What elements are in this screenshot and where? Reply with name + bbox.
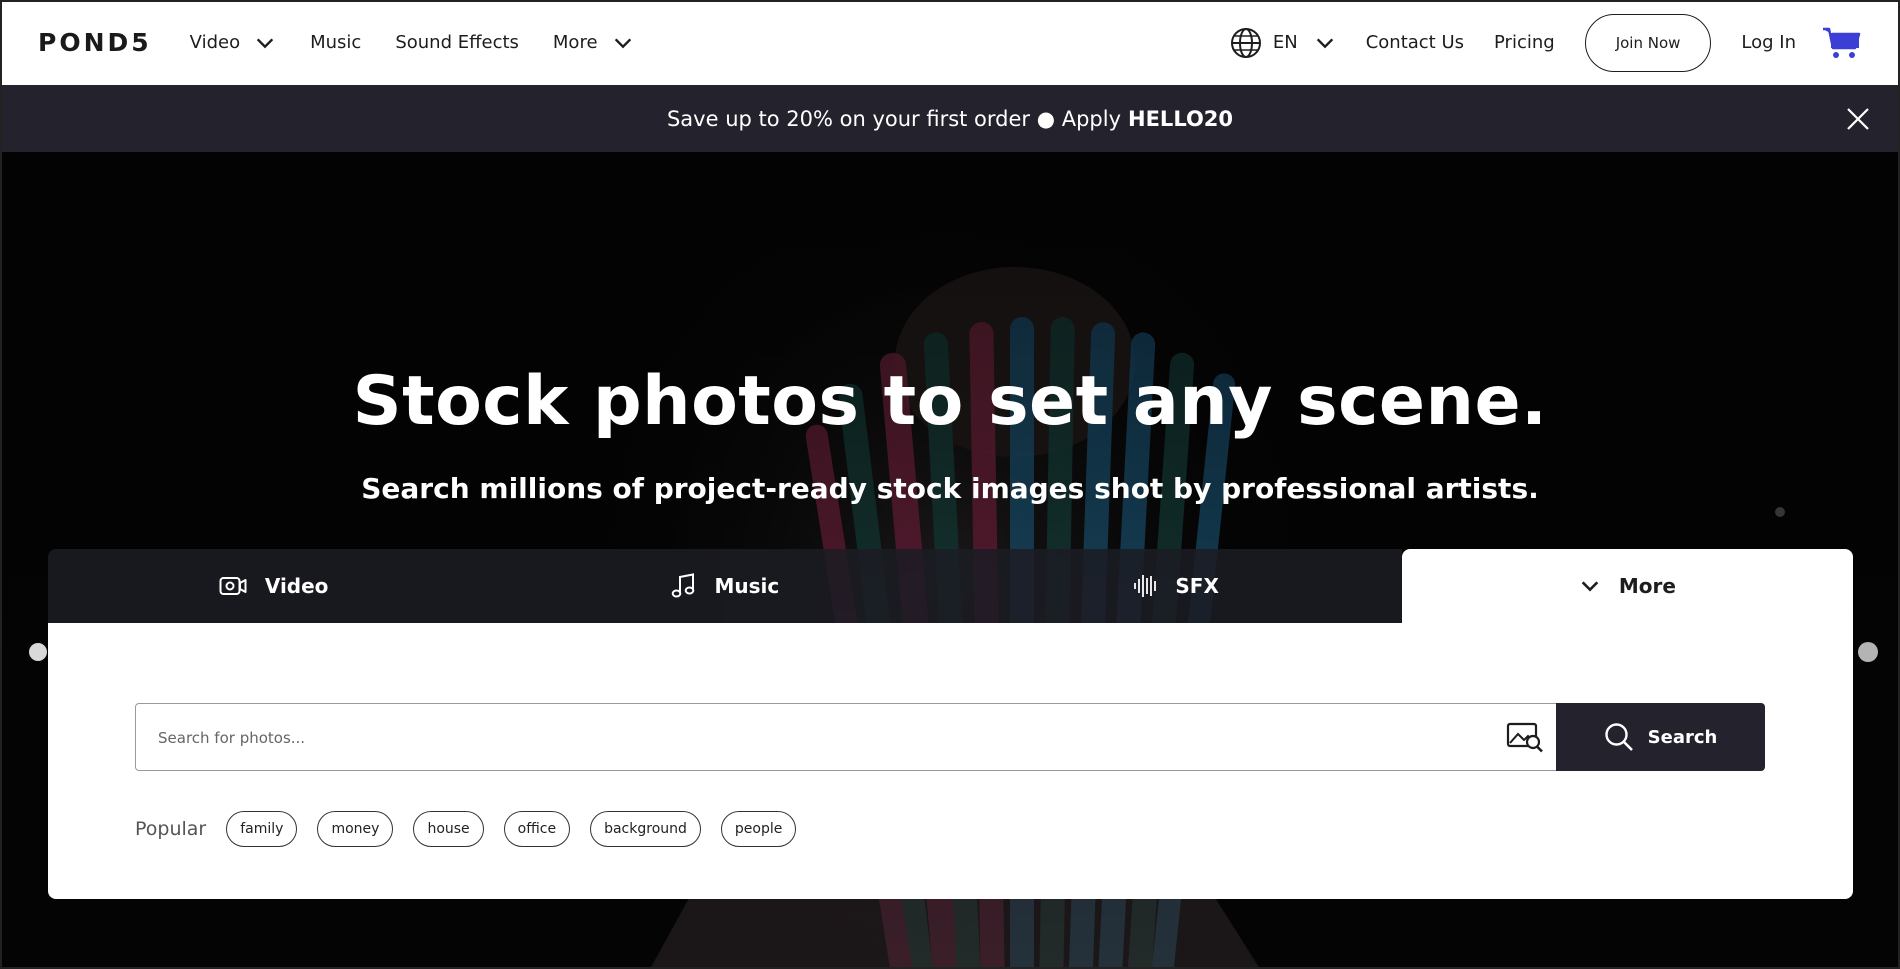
search-button-label: Search (1647, 726, 1718, 748)
hero-subtitle: Search millions of project-ready stock i… (361, 472, 1539, 505)
tab-more-label: More (1618, 574, 1676, 598)
cart-icon[interactable] (1822, 26, 1862, 60)
promo-banner: Save up to 20% on your first order ● App… (0, 85, 1900, 152)
contact-us-link[interactable]: Contact Us (1366, 32, 1464, 53)
popular-tag-people[interactable]: people (720, 811, 797, 847)
popular-tag-background[interactable]: background (590, 811, 701, 847)
popular-tag-money[interactable]: money (317, 811, 394, 847)
video-camera-icon (219, 577, 247, 595)
pond5-logo[interactable]: POND5 (38, 28, 152, 57)
chevron-down-icon (1581, 581, 1599, 592)
tab-sfx[interactable]: SFX (950, 549, 1402, 623)
tab-more[interactable]: More (1401, 549, 1853, 623)
promo-text: Save up to 20% on your first order ● App… (666, 106, 1122, 131)
music-note-icon (672, 573, 695, 598)
nav-music-label: Music (310, 32, 362, 53)
log-in-link[interactable]: Log In (1741, 32, 1796, 53)
chevron-down-icon (256, 37, 274, 48)
search-panel: Search Popular family money house office… (48, 623, 1853, 899)
chevron-down-icon (1316, 37, 1333, 48)
chevron-down-icon (614, 37, 631, 48)
popular-tag-house[interactable]: house (413, 811, 484, 847)
nav-sound-effects[interactable]: Sound Effects (395, 32, 519, 53)
tab-sfx-label: SFX (1175, 574, 1219, 598)
language-selector[interactable]: EN (1229, 26, 1336, 60)
popular-tag-family[interactable]: family (226, 811, 298, 847)
nav-video-label: Video (189, 32, 241, 53)
popular-searches: Popular family money house office backgr… (135, 811, 816, 847)
promo-code: HELLO20 (1128, 106, 1234, 131)
language-code: EN (1272, 32, 1298, 53)
header-actions: EN Contact Us Pricing Join Now Log In (1229, 13, 1862, 72)
globe-icon (1230, 27, 1261, 58)
tab-music-label: Music (714, 574, 780, 598)
nav-music[interactable]: Music (310, 32, 361, 53)
nav-video[interactable]: Video (190, 32, 276, 54)
tab-video-label: Video (264, 574, 329, 598)
popular-tag-office[interactable]: office (503, 811, 571, 847)
nav-more[interactable]: More (553, 32, 634, 54)
join-now-button[interactable]: Join Now (1584, 13, 1712, 72)
media-type-tabs: Video Music SFX More (48, 549, 1853, 623)
search-input[interactable] (156, 704, 1460, 771)
top-navigation: POND5 Video Music Sound Effects More EN … (0, 0, 1900, 85)
search-button[interactable]: Search (1556, 703, 1765, 771)
nav-more-label: More (552, 32, 598, 53)
popular-label: Popular (135, 818, 207, 840)
pricing-link[interactable]: Pricing (1494, 32, 1555, 53)
search-box (135, 703, 1557, 771)
nav-sound-effects-label: Sound Effects (395, 32, 519, 53)
search-icon (1604, 723, 1633, 751)
image-search-icon[interactable] (1506, 721, 1544, 753)
tab-music[interactable]: Music (499, 549, 951, 623)
hero-title: Stock photos to set any scene. (352, 362, 1548, 441)
close-icon[interactable] (1844, 105, 1872, 133)
tab-video[interactable]: Video (48, 549, 500, 623)
sound-wave-icon (1134, 575, 1157, 597)
